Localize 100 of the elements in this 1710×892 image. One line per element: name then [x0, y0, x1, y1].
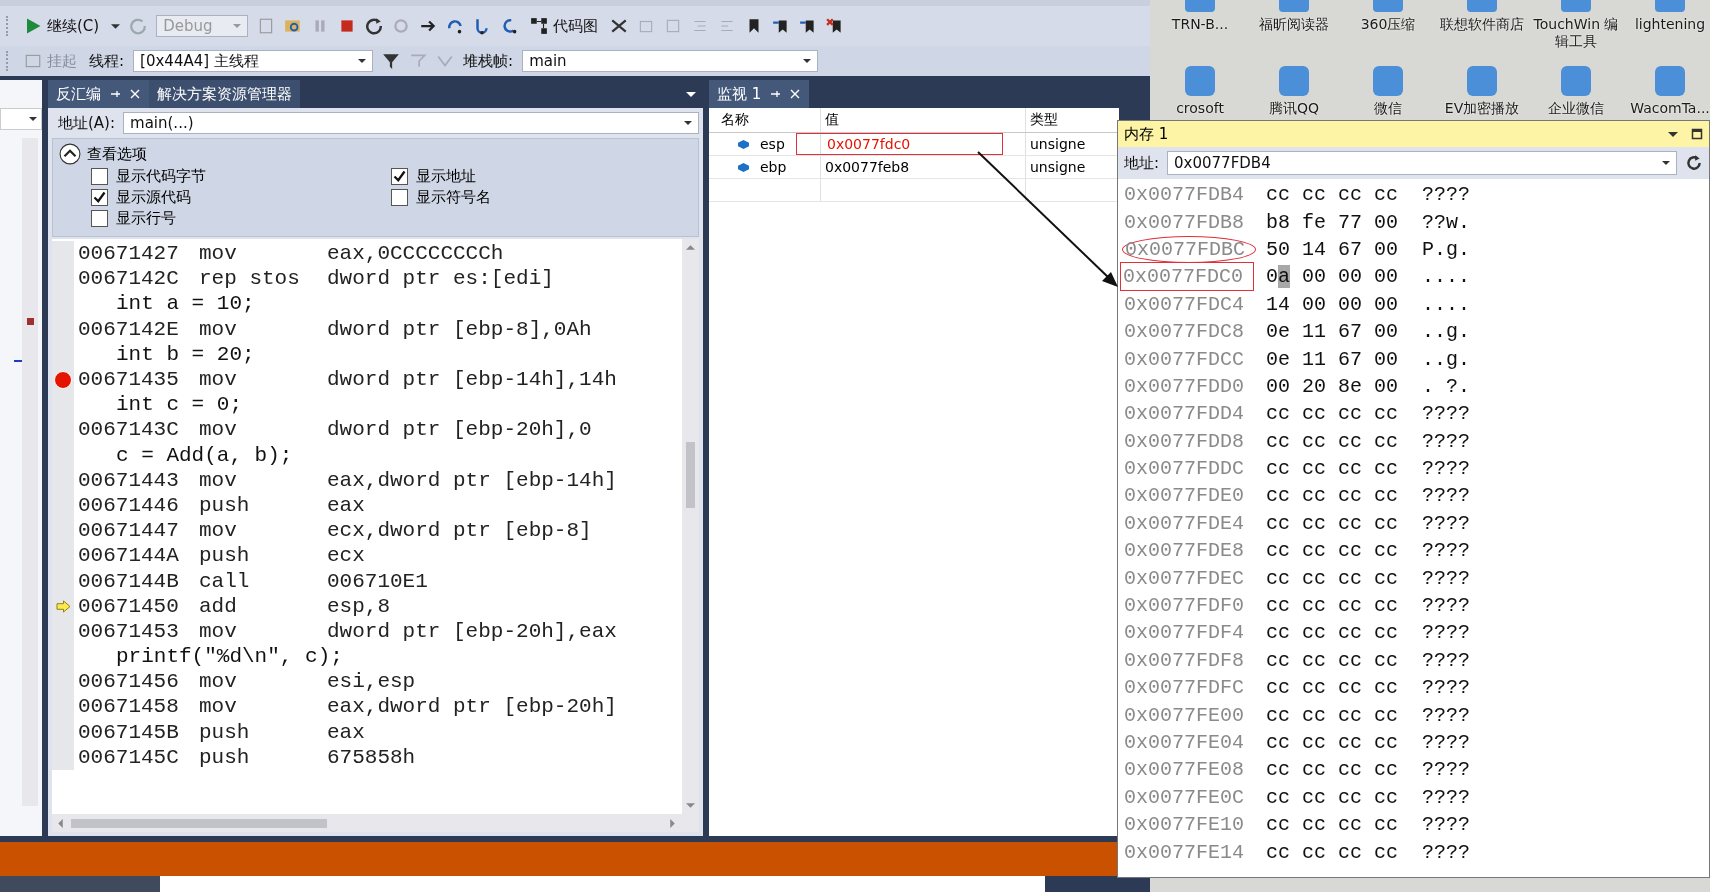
- scroll-down-icon[interactable]: [686, 801, 695, 810]
- stack-frame-dropdown[interactable]: main: [522, 50, 819, 72]
- byte-text: cc: [1302, 840, 1327, 864]
- app-icon[interactable]: [1467, 66, 1497, 96]
- icon-label[interactable]: 腾讯QQ: [1248, 100, 1340, 117]
- app-icon[interactable]: [1185, 66, 1215, 96]
- app-icon[interactable]: [1561, 0, 1591, 12]
- column-header[interactable]: 类型: [1026, 108, 1119, 132]
- address-text: 0067143C: [78, 418, 180, 442]
- type-text: unsigne: [1029, 135, 1087, 154]
- icon-label[interactable]: WacomTa...: [1624, 100, 1710, 117]
- continue-button[interactable]: 继续(C): [21, 14, 103, 38]
- scroll-left-icon[interactable]: [56, 818, 65, 828]
- app-icon[interactable]: [1373, 66, 1403, 96]
- step-over-icon[interactable]: [446, 17, 465, 35]
- checkbox[interactable]: [391, 189, 408, 206]
- close-icon[interactable]: [129, 88, 141, 100]
- pin-icon[interactable]: [769, 88, 782, 100]
- byte-text: cc: [1266, 621, 1290, 645]
- icon-label[interactable]: lightening: [1624, 16, 1710, 33]
- scroll-up-icon[interactable]: [686, 243, 695, 252]
- icon-label[interactable]: TRN-B...: [1154, 16, 1246, 33]
- icon-label[interactable]: 企业微信: [1530, 100, 1622, 117]
- checkbox[interactable]: [91, 189, 108, 206]
- source-line: int c = 0;: [115, 393, 243, 417]
- maximize-icon[interactable]: [1691, 128, 1703, 140]
- source-line: printf("%d\n", c);: [115, 645, 343, 669]
- app-icon[interactable]: [1655, 0, 1685, 12]
- panel-tab[interactable]: 解决方案资源管理器: [149, 80, 300, 108]
- ascii-text: . ?.: [1422, 374, 1470, 398]
- byte-text: cc: [1302, 511, 1327, 535]
- address-text: 0x0077FE00: [1123, 703, 1246, 727]
- app-icon[interactable]: [1373, 0, 1403, 12]
- close-icon[interactable]: [789, 88, 802, 100]
- operand-text: ecx,dword ptr [ebp-8]: [327, 519, 592, 543]
- address-text: 00671458: [78, 695, 180, 719]
- icon-label[interactable]: 360压缩: [1342, 16, 1434, 33]
- checkbox[interactable]: [391, 168, 408, 185]
- checkbox[interactable]: [91, 168, 108, 185]
- caret-icon[interactable]: [358, 57, 367, 65]
- panel-tab[interactable]: 监视 1: [709, 80, 810, 108]
- caret-icon[interactable]: [1662, 159, 1670, 167]
- app-icon[interactable]: [1467, 0, 1497, 12]
- caret-icon[interactable]: [684, 119, 692, 127]
- step-out-icon[interactable]: [500, 17, 519, 35]
- app-icon[interactable]: [1279, 66, 1309, 96]
- app-icon[interactable]: [1561, 66, 1591, 96]
- byte-text: cc: [1266, 731, 1290, 754]
- column-header[interactable]: 名称: [709, 108, 821, 132]
- icon-label[interactable]: EV加密播放: [1436, 100, 1528, 117]
- byte-text: cc: [1374, 511, 1399, 535]
- refresh-icon[interactable]: [1685, 154, 1703, 172]
- column-header[interactable]: 值: [821, 108, 1026, 132]
- address-text: 0x0077FE04: [1123, 731, 1246, 754]
- panel-tab[interactable]: 反汇编: [48, 80, 149, 108]
- operand-text: dword ptr [ebp-8],0Ah: [327, 317, 592, 341]
- icon-label[interactable]: 福昕阅读器: [1248, 16, 1340, 33]
- instruction-text: mov: [199, 619, 238, 643]
- scrollbar[interactable]: [682, 239, 699, 814]
- icon-label[interactable]: TouchWin 编辑工具: [1530, 16, 1622, 50]
- variable-name: ebp: [760, 159, 787, 175]
- byte-text: cc: [1266, 484, 1290, 508]
- byte-text: cc: [1338, 402, 1363, 426]
- pin-icon[interactable]: [109, 88, 121, 100]
- filter-icon[interactable]: [382, 52, 401, 70]
- address-text: 0x0077FDC4: [1123, 292, 1246, 316]
- byte-text: cc: [1302, 621, 1327, 645]
- scrollbar[interactable]: [22, 138, 38, 806]
- operand-text: eax,dword ptr [ebp-20h]: [327, 695, 617, 719]
- caret-icon[interactable]: [111, 21, 121, 31]
- scrollbar[interactable]: [52, 814, 699, 832]
- byte-text: cc: [1302, 676, 1327, 700]
- caret-icon[interactable]: [803, 57, 812, 65]
- app-icon[interactable]: [1185, 0, 1215, 12]
- address-text: 0x0077FDB4: [1123, 183, 1246, 207]
- scroll-thumb[interactable]: [686, 442, 695, 508]
- collapse-icon[interactable]: [59, 143, 81, 165]
- byte-text: cc: [1374, 429, 1399, 453]
- instruction-text: push: [199, 493, 251, 517]
- address-dropdown[interactable]: main(...): [123, 112, 699, 134]
- scroll-right-icon[interactable]: [668, 818, 677, 828]
- margin-cell[interactable]: [52, 744, 74, 770]
- caret-icon[interactable]: [29, 115, 37, 123]
- icon-label[interactable]: 微信: [1342, 100, 1434, 117]
- folder-search-icon[interactable]: [284, 17, 303, 35]
- icon-label[interactable]: 联想软件商店: [1436, 16, 1528, 33]
- icon-label[interactable]: crosoft: [1154, 100, 1246, 117]
- restart-icon[interactable]: [129, 17, 148, 35]
- scroll-thumb[interactable]: [71, 818, 327, 828]
- thread-dropdown[interactable]: [0x44A4] 主线程: [133, 50, 374, 72]
- margin-cell[interactable]: [52, 241, 74, 267]
- byte-text: cc: [1374, 703, 1399, 727]
- checkbox[interactable]: [91, 210, 108, 227]
- address-dropdown[interactable]: 0x0077FDB4: [1167, 151, 1677, 175]
- code-map-button[interactable]: 代码图: [527, 14, 602, 38]
- byte-text: cc: [1374, 539, 1399, 563]
- restart-icon[interactable]: [365, 17, 384, 35]
- app-icon[interactable]: [1655, 66, 1685, 96]
- app-icon[interactable]: [1279, 0, 1309, 12]
- byte-text: cc: [1302, 539, 1327, 563]
